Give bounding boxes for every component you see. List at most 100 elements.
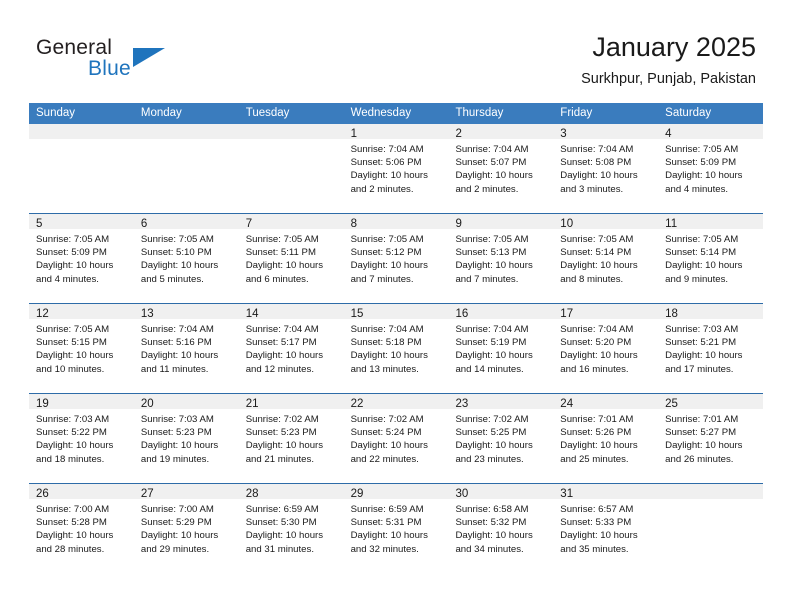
day-detail-line: Sunrise: 6:57 AM: [560, 504, 634, 515]
day-detail-line: Daylight: 10 hours: [36, 260, 114, 272]
day-detail-line: and 31 minutes.: [245, 543, 314, 555]
calendar-day-cell[interactable]: 2 Sunrise: 7:04 AM Sunset: 5:07 PM Daylight…: [448, 124, 554, 213]
day-details: Sunrise: 7:00 AM Sunset: 5:28 PM Daylight:…: [29, 499, 134, 556]
calendar-day-cell[interactable]: 11 Sunrise: 7:05 AM Sunset: 5:14 PM Dayligh…: [658, 214, 764, 303]
title-block: January 2025 Surkhpur, Punjab, Pakistan: [581, 30, 756, 90]
calendar-day-cell[interactable]: 27 Sunrise: 7:00 AM Sunset: 5:29 PM Dayligh…: [133, 484, 239, 573]
calendar-day-cell[interactable]: 31 Sunrise: 6:57 AM Sunset: 5:33 PM Dayligh…: [553, 484, 659, 573]
day-of-week-header-wednesday: Wednesday: [350, 107, 412, 119]
day-detail-line: and 34 minutes.: [455, 543, 524, 555]
day-detail-line: Sunrise: 7:03 AM: [140, 414, 214, 425]
day-number: 4: [665, 128, 672, 140]
day-number-band: 11: [658, 214, 764, 230]
day-detail-line: Sunrise: 7:02 AM: [350, 414, 424, 425]
calendar-day-cell[interactable]: 17 Sunrise: 7:04 AM Sunset: 5:20 PM Dayligh…: [553, 304, 659, 393]
day-details: Sunrise: 7:02 AM Sunset: 5:25 PM Daylight:…: [448, 409, 553, 466]
day-detail-line: Daylight: 10 hours: [245, 350, 324, 362]
calendar-day-cell[interactable]: 9 Sunrise: 7:05 AM Sunset: 5:13 PM Daylight…: [448, 214, 554, 303]
day-number-band: [238, 124, 344, 139]
calendar-day-cell[interactable]: 1 Sunrise: 7:04 AM Sunset: 5:06 PM Daylight…: [343, 124, 449, 213]
day-detail-line: Daylight: 10 hours: [560, 530, 638, 542]
day-detail-line: Daylight: 10 hours: [455, 260, 533, 272]
calendar-day-cell[interactable]: 26 Sunrise: 7:00 AM Sunset: 5:28 PM Dayligh…: [29, 484, 134, 573]
day-number-band: 28: [238, 484, 344, 500]
brand-logo[interactable]: General Blue: [36, 36, 256, 86]
calendar-day-cell[interactable]: 14 Sunrise: 7:04 AM Sunset: 5:17 PM Dayligh…: [238, 304, 344, 393]
day-number-band: 19: [29, 394, 134, 410]
calendar-day-cell[interactable]: 5 Sunrise: 7:05 AM Sunset: 5:09 PM Daylight…: [29, 214, 134, 303]
day-detail-line: Sunset: 5:13 PM: [455, 247, 527, 259]
day-number: 8: [350, 218, 357, 230]
calendar-day-cell[interactable]: 30 Sunrise: 6:58 AM Sunset: 5:32 PM Dayligh…: [448, 484, 554, 573]
day-number-band: 30: [448, 484, 554, 500]
calendar-day-cell[interactable]: 24 Sunrise: 7:01 AM Sunset: 5:26 PM Dayligh…: [553, 394, 659, 483]
day-detail-line: and 19 minutes.: [140, 453, 210, 465]
calendar-day-cell[interactable]: 18 Sunrise: 7:03 AM Sunset: 5:21 PM Dayligh…: [658, 304, 764, 393]
day-details: Sunrise: 7:05 AM Sunset: 5:14 PM Daylight:…: [553, 229, 658, 286]
calendar-day-cell[interactable]: 10 Sunrise: 7:05 AM Sunset: 5:14 PM Dayligh…: [553, 214, 659, 303]
day-detail-line: and 12 minutes.: [245, 363, 314, 375]
day-number: 14: [245, 308, 259, 320]
calendar-day-cell[interactable]: 25 Sunrise: 7:01 AM Sunset: 5:27 PM Dayligh…: [658, 394, 764, 483]
day-detail-line: Daylight: 10 hours: [665, 350, 743, 362]
day-number-band: 31: [553, 484, 659, 500]
day-details: Sunrise: 7:03 AM Sunset: 5:22 PM Daylight:…: [29, 409, 134, 466]
calendar-day-cell[interactable]: 3 Sunrise: 7:04 AM Sunset: 5:08 PM Daylight…: [553, 124, 659, 213]
day-details: Sunrise: 7:05 AM Sunset: 5:11 PM Daylight:…: [239, 229, 344, 286]
calendar-day-cell[interactable]: 16 Sunrise: 7:04 AM Sunset: 5:19 PM Dayligh…: [448, 304, 554, 393]
calendar-day-cell[interactable]: 8 Sunrise: 7:05 AM Sunset: 5:12 PM Daylight…: [343, 214, 449, 303]
day-detail-line: Sunset: 5:21 PM: [665, 337, 737, 349]
day-detail-line: Sunset: 5:16 PM: [140, 337, 212, 349]
calendar-day-cell-empty: [238, 124, 344, 213]
day-details: Sunrise: 7:04 AM Sunset: 5:16 PM Daylight:…: [134, 319, 239, 376]
day-number: 5: [36, 218, 43, 230]
day-details: Sunrise: 7:03 AM Sunset: 5:23 PM Daylight:…: [134, 409, 239, 466]
day-number-band: 20: [133, 394, 239, 410]
day-of-week-header-saturday: Saturday: [665, 107, 712, 119]
day-details: Sunrise: 7:05 AM Sunset: 5:09 PM Daylight:…: [29, 229, 134, 286]
calendar-day-cell[interactable]: 7 Sunrise: 7:05 AM Sunset: 5:11 PM Daylight…: [238, 214, 344, 303]
day-details: Sunrise: 7:05 AM Sunset: 5:12 PM Daylight:…: [344, 229, 449, 286]
day-of-week-header-sunday: Sunday: [36, 107, 76, 119]
day-detail-line: Sunrise: 6:58 AM: [455, 504, 529, 515]
day-detail-line: Sunset: 5:32 PM: [455, 517, 527, 529]
day-detail-line: and 4 minutes.: [665, 183, 729, 195]
day-detail-line: Daylight: 10 hours: [455, 440, 533, 452]
day-number-band: 4: [658, 124, 764, 140]
day-detail-line: Sunrise: 7:05 AM: [36, 324, 110, 335]
calendar-day-cell-empty: [658, 484, 764, 573]
day-detail-line: and 4 minutes.: [36, 273, 99, 285]
day-detail-line: and 9 minutes.: [665, 273, 729, 285]
calendar-day-cell[interactable]: 28 Sunrise: 6:59 AM Sunset: 5:30 PM Dayligh…: [238, 484, 344, 573]
calendar-day-cell[interactable]: 15 Sunrise: 7:04 AM Sunset: 5:18 PM Dayligh…: [343, 304, 449, 393]
day-number: 11: [665, 218, 678, 230]
calendar-day-cell[interactable]: 12 Sunrise: 7:05 AM Sunset: 5:15 PM Dayligh…: [29, 304, 134, 393]
day-detail-line: and 2 minutes.: [455, 183, 519, 195]
day-details: Sunrise: 7:04 AM Sunset: 5:18 PM Daylight:…: [344, 319, 449, 376]
calendar-weeks: 1 Sunrise: 7:04 AM Sunset: 5:06 PM Daylight…: [29, 124, 764, 573]
calendar-day-cell[interactable]: 13 Sunrise: 7:04 AM Sunset: 5:16 PM Dayligh…: [133, 304, 239, 393]
day-number: 15: [350, 308, 364, 320]
day-number-band: 3: [553, 124, 659, 140]
calendar-day-cell[interactable]: 29 Sunrise: 6:59 AM Sunset: 5:31 PM Dayligh…: [343, 484, 449, 573]
day-detail-line: and 32 minutes.: [350, 543, 419, 555]
calendar-day-cell[interactable]: 20 Sunrise: 7:03 AM Sunset: 5:23 PM Dayligh…: [133, 394, 239, 483]
calendar-day-cell[interactable]: 6 Sunrise: 7:05 AM Sunset: 5:10 PM Daylight…: [133, 214, 239, 303]
calendar-day-cell[interactable]: 21 Sunrise: 7:02 AM Sunset: 5:23 PM Dayligh…: [238, 394, 344, 483]
calendar-day-cell[interactable]: 19 Sunrise: 7:03 AM Sunset: 5:22 PM Dayligh…: [29, 394, 134, 483]
day-of-week-header-tuesday: Tuesday: [245, 107, 290, 119]
calendar-day-cell-empty: [133, 124, 239, 213]
day-detail-line: Sunset: 5:26 PM: [560, 427, 632, 439]
day-number-band: [658, 484, 764, 499]
calendar-day-cell[interactable]: 22 Sunrise: 7:02 AM Sunset: 5:24 PM Dayligh…: [343, 394, 449, 483]
calendar-day-cell[interactable]: 4 Sunrise: 7:05 AM Sunset: 5:09 PM Daylight…: [658, 124, 764, 213]
day-detail-line: Sunrise: 7:02 AM: [245, 414, 319, 425]
day-detail-line: Sunrise: 7:04 AM: [455, 144, 529, 155]
day-detail-line: Daylight: 10 hours: [560, 260, 638, 272]
day-detail-line: Sunset: 5:30 PM: [245, 517, 317, 529]
day-detail-line: Sunrise: 7:04 AM: [350, 144, 424, 155]
day-number: 17: [560, 308, 574, 320]
day-detail-line: Sunset: 5:18 PM: [350, 337, 422, 349]
day-number: 30: [455, 488, 469, 500]
calendar-day-cell[interactable]: 23 Sunrise: 7:02 AM Sunset: 5:25 PM Dayligh…: [448, 394, 554, 483]
